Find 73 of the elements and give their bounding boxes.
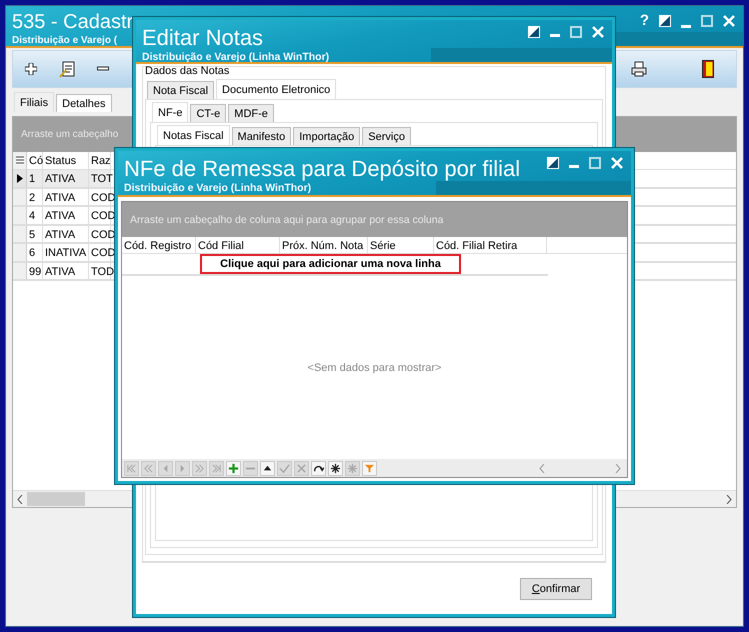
maximize-icon: [570, 26, 582, 38]
double-left-icon: [143, 462, 154, 474]
row-selector[interactable]: [13, 170, 27, 188]
tab[interactable]: Documento Eletronico: [216, 79, 336, 99]
plus-icon: [228, 462, 239, 474]
cross-icon: [296, 462, 307, 474]
table-cell: ATIVA: [43, 226, 89, 243]
tab[interactable]: Detalhes: [56, 94, 112, 112]
column-header[interactable]: Cód. Registro: [122, 237, 196, 254]
restore-icon: [659, 14, 671, 26]
table-cell: 6: [27, 244, 43, 262]
check-icon: [279, 462, 290, 474]
row-indicator-icon: [16, 174, 22, 183]
double-right-icon: [194, 462, 205, 474]
new-row-prompt[interactable]: Clique aqui para adicionar uma nova linha: [200, 254, 461, 274]
plus-icon: [25, 63, 37, 75]
table-cell: ATIVA: [43, 170, 89, 188]
close-icon: [611, 157, 623, 169]
tab[interactable]: CT-e: [190, 104, 226, 122]
maximize-icon: [589, 157, 601, 169]
column-chooser-icon: [16, 156, 24, 165]
tab[interactable]: NF-e: [152, 102, 188, 122]
asterisk-icon: [347, 462, 358, 474]
window-subtitle: Distribuição e Varejo (: [12, 35, 118, 46]
minimize-icon: [681, 25, 691, 28]
window-title: 535 - Cadastr: [12, 12, 134, 33]
table-cell: ATIVA: [43, 207, 89, 224]
printer-icon: [631, 61, 647, 77]
restore-icon: [528, 26, 540, 38]
tab[interactable]: Filiais: [14, 92, 54, 112]
window-title: NFe de Remessa para Depósito por filial: [124, 157, 520, 180]
table-cell: ATIVA: [43, 188, 89, 206]
window-subtitle: Distribuição e Varejo (Linha WinThor): [142, 51, 330, 64]
filter-icon: [364, 462, 375, 474]
door-icon: [702, 60, 714, 78]
group-label: Dados das Notas: [145, 65, 230, 77]
help-button[interactable]: ?: [640, 12, 649, 29]
confirm-button[interactable]: Confirmar: [520, 578, 592, 600]
group-hint: Arraste um cabeçalho: [21, 129, 118, 140]
table-cell: 5: [27, 226, 43, 243]
tab[interactable]: Nota Fiscal: [147, 81, 214, 99]
minimize-icon: [550, 34, 560, 37]
minus-icon: [97, 66, 109, 72]
tab[interactable]: Serviço: [362, 127, 411, 145]
table-cell: 99: [27, 262, 43, 280]
table-cell: TOT: [89, 170, 111, 188]
tab[interactable]: MDF-e: [228, 104, 274, 122]
maximize-icon: [701, 14, 713, 26]
navigator-button[interactable]: [311, 460, 326, 476]
tab[interactable]: Notas Fiscal: [157, 125, 230, 145]
last-icon: [211, 462, 222, 474]
group-hint: Arraste um cabeçalho de coluna aqui para agrupar por essa coluna: [130, 214, 444, 226]
table-cell: 4: [27, 207, 43, 224]
document-icon: [59, 60, 77, 78]
navigator-button[interactable]: [328, 460, 343, 476]
navigator-button[interactable]: [260, 460, 275, 476]
restore-icon: [547, 157, 559, 169]
tab[interactable]: Manifesto: [232, 127, 292, 145]
table-cell: TOD: [89, 262, 111, 280]
table-cell: INATIVA: [43, 244, 89, 262]
scrollbar-thumb[interactable]: [27, 492, 85, 506]
empty-message: <Sem dados para mostrar>: [308, 362, 442, 374]
close-icon: [723, 14, 735, 26]
window-subtitle: Distribuição e Varejo (Linha WinThor): [124, 182, 312, 194]
window-title: Editar Notas: [142, 26, 264, 50]
first-icon: [126, 462, 137, 474]
tab[interactable]: Importação: [293, 127, 360, 145]
close-icon: [592, 26, 604, 38]
table-cell: 1: [27, 170, 43, 188]
minimize-icon: [569, 165, 579, 168]
asterisk-icon: [330, 462, 341, 474]
table-cell: ATIVA: [43, 262, 89, 280]
table-cell: 2: [27, 188, 43, 206]
